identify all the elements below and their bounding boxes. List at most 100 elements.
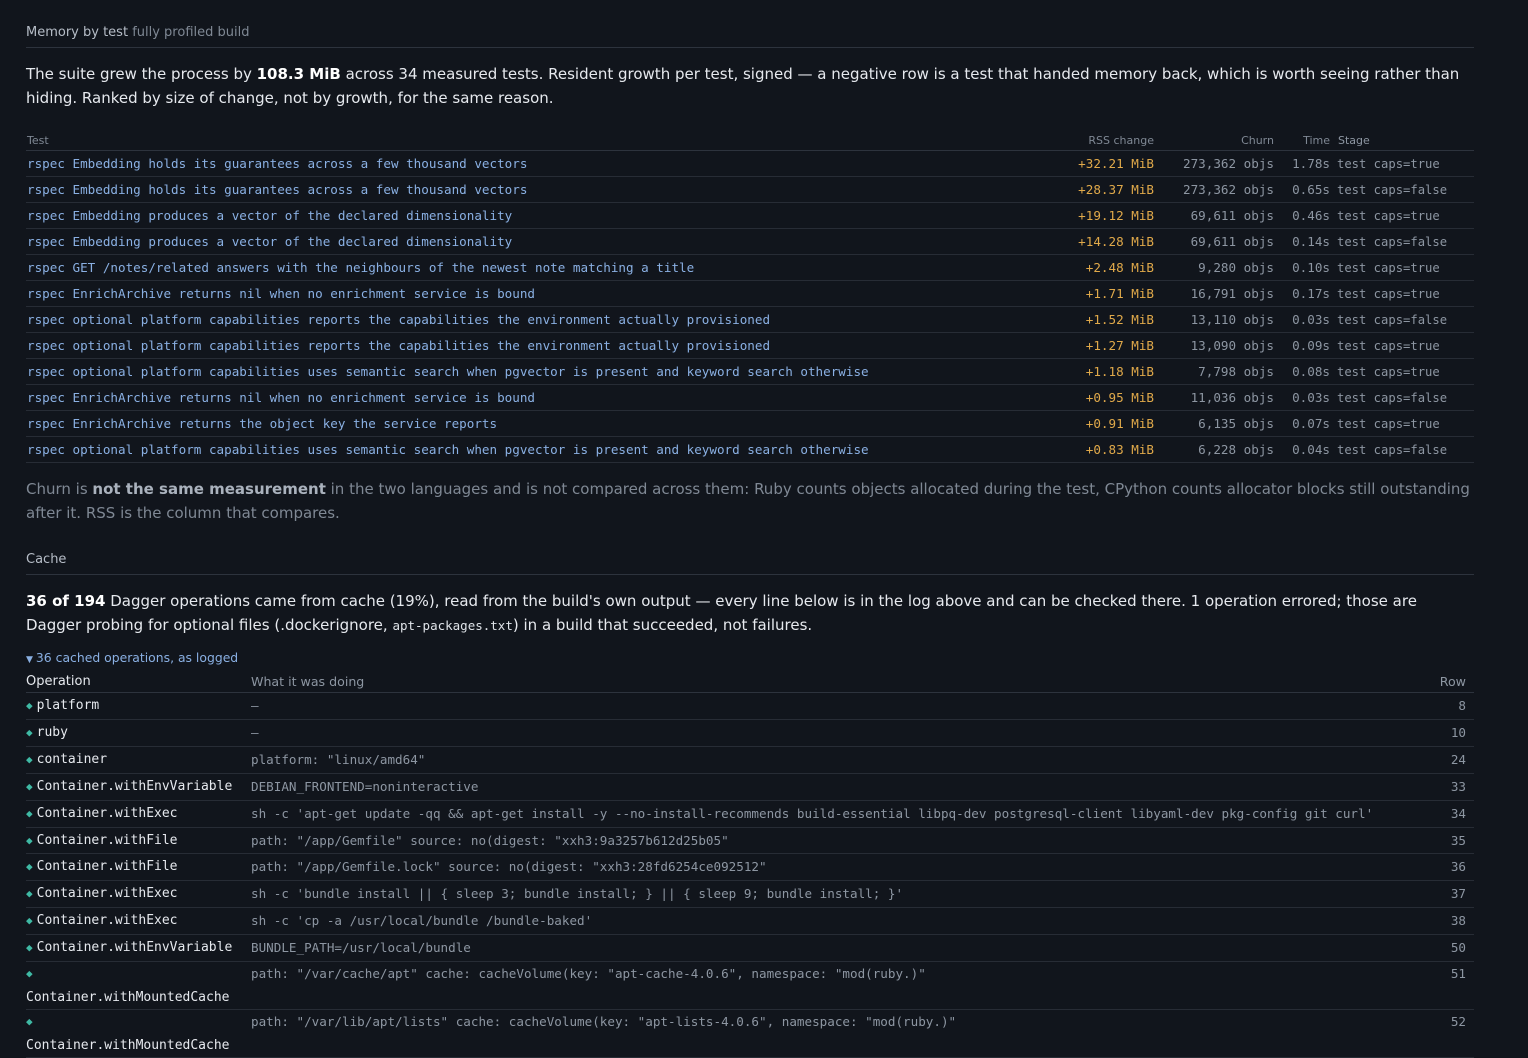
- col-stage: Stage: [1330, 127, 1474, 151]
- operation-name: Container.withExec: [36, 805, 178, 821]
- test-stage: test caps=false: [1330, 384, 1474, 411]
- operation-cell: ◆ container: [26, 746, 251, 774]
- test-stage: test caps=false: [1330, 228, 1474, 255]
- diamond-icon: ◆: [26, 833, 33, 847]
- test-stage: test caps=false: [1330, 306, 1474, 333]
- operation-name: Container.withExec: [36, 913, 178, 929]
- operation-detail: sh -c 'apt-get update -qq && apt-get ins…: [251, 800, 1406, 828]
- list-item: ◆ Container.withFile path: "/app/Gemfile.l…: [26, 853, 1474, 882]
- operation-cell: ◆ Container.withFile: [26, 853, 251, 882]
- operation-name: Container.withFile: [36, 859, 178, 875]
- test-name[interactable]: rspec Embedding produces a vector of the…: [26, 202, 1027, 229]
- test-name[interactable]: rspec EnrichArchive returns nil when no …: [26, 280, 1027, 307]
- col-rss-change: RSS change: [1027, 127, 1154, 151]
- list-item: ◆ Container.withFile path: "/app/Gemfile" …: [26, 827, 1474, 855]
- operation-name: Container.withEnvVariable: [36, 778, 233, 794]
- memory-table: Test RSS change Churn Time Stage rspec E…: [26, 127, 1474, 463]
- churn-note-pre: Churn is: [26, 480, 93, 498]
- table-row: rspec EnrichArchive returns nil when no …: [26, 280, 1474, 307]
- test-time: 0.04s: [1274, 436, 1330, 463]
- rss-change: +0.91 MiB: [1027, 410, 1154, 437]
- test-time: 0.07s: [1274, 410, 1330, 437]
- rss-change: +1.27 MiB: [1027, 332, 1154, 359]
- test-name[interactable]: rspec optional platform capabilities rep…: [26, 332, 1027, 359]
- col-row: Row: [1406, 672, 1474, 693]
- cache-summary-file: apt-packages.txt: [392, 617, 513, 633]
- test-name[interactable]: rspec Embedding holds its guarantees acr…: [26, 150, 1027, 177]
- list-item: ◆ Container.withEnvVariable DEBIAN_FRONTEN…: [26, 773, 1474, 801]
- operation-cell: ◆ Container.withExec: [26, 800, 251, 828]
- operation-detail: —: [251, 692, 1406, 720]
- table-row: rspec optional platform capabilities rep…: [26, 306, 1474, 333]
- memory-summary-pre: The suite grew the process by: [26, 65, 257, 83]
- test-name[interactable]: rspec Embedding produces a vector of the…: [26, 228, 1027, 255]
- list-item: ◆ platform —8: [26, 692, 1474, 720]
- table-row: rspec Embedding produces a vector of the…: [26, 202, 1474, 229]
- operation-name: container: [36, 751, 108, 767]
- log-row-number: 51: [1406, 961, 1474, 1011]
- memory-summary: The suite grew the process by 108.3 MiB …: [26, 63, 1474, 110]
- cached-operations-table: Operation What it was doing Row ◆ platfor…: [26, 672, 1474, 1058]
- cache-summary: 36 of 194 Dagger operations came from ca…: [26, 590, 1474, 637]
- list-item: ◆ ruby —10: [26, 719, 1474, 747]
- test-time: 0.03s: [1274, 306, 1330, 333]
- list-item: ◆ Container.withEnvVariable BUNDLE_PATH=/u…: [26, 934, 1474, 963]
- diamond-icon: ◆: [26, 699, 33, 712]
- operation-detail: sh -c 'cp -a /usr/local/bundle /bundle-b…: [251, 907, 1406, 936]
- test-name[interactable]: rspec EnrichArchive returns nil when no …: [26, 384, 1027, 411]
- test-time: 0.10s: [1274, 254, 1330, 281]
- test-stage: test caps=false: [1330, 436, 1474, 463]
- test-time: 0.65s: [1274, 176, 1330, 203]
- test-stage: test caps=true: [1330, 332, 1474, 359]
- rss-change: +32.21 MiB: [1027, 150, 1154, 177]
- memory-heading-title: Memory by test: [26, 25, 129, 40]
- churn-count: 16,791 objs: [1154, 280, 1274, 307]
- churn-count: 273,362 objs: [1154, 150, 1274, 177]
- cached-operations-header: Operation What it was doing Row: [26, 672, 1474, 693]
- list-item: ◆ Container.withExec sh -c 'bundle install…: [26, 880, 1474, 909]
- operation-name: Container.withFile: [36, 832, 178, 848]
- col-churn: Churn: [1154, 127, 1274, 151]
- test-stage: test caps=true: [1330, 358, 1474, 385]
- operation-cell: ◆ Container.withEnvVariable: [26, 773, 251, 801]
- test-name[interactable]: rspec GET /notes/related answers with th…: [26, 254, 1027, 281]
- diamond-icon: ◆: [26, 1015, 33, 1029]
- test-stage: test caps=true: [1330, 254, 1474, 281]
- operation-detail: DEBIAN_FRONTEND=noninteractive: [251, 773, 1406, 801]
- test-stage: test caps=false: [1330, 176, 1474, 203]
- diamond-icon: ◆: [26, 725, 33, 739]
- diamond-icon: ◆: [26, 914, 33, 928]
- test-name[interactable]: rspec Embedding holds its guarantees acr…: [26, 176, 1027, 203]
- memory-section-heading: Memory by test fully profiled build: [26, 0, 1474, 48]
- cached-operations-toggle[interactable]: ▼ 36 cached operations, as logged: [26, 650, 1474, 665]
- test-name[interactable]: rspec optional platform capabilities use…: [26, 358, 1027, 385]
- test-stage: test caps=true: [1330, 202, 1474, 229]
- rss-change: +2.48 MiB: [1027, 254, 1154, 281]
- churn-count: 6,135 objs: [1154, 410, 1274, 437]
- rss-change: +28.37 MiB: [1027, 176, 1154, 203]
- diamond-icon: ◆: [26, 806, 33, 820]
- diamond-icon: ◆: [26, 887, 33, 901]
- rss-change: +1.52 MiB: [1027, 306, 1154, 333]
- log-row-number: 38: [1406, 907, 1474, 936]
- rss-change: +0.83 MiB: [1027, 436, 1154, 463]
- operation-cell: ◆ ruby: [26, 719, 251, 747]
- cache-summary-count: 36 of 194: [26, 592, 106, 610]
- list-item: ◆ container platform: "linux/amd64" 24: [26, 746, 1474, 774]
- memory-summary-total: 108.3 MiB: [256, 65, 341, 83]
- rss-change: +1.18 MiB: [1027, 358, 1154, 385]
- operation-detail: platform: "linux/amd64": [251, 746, 1406, 774]
- table-row: rspec EnrichArchive returns the object k…: [26, 410, 1474, 437]
- test-stage: test caps=true: [1330, 150, 1474, 177]
- table-row: rspec optional platform capabilities use…: [26, 358, 1474, 385]
- test-name[interactable]: rspec EnrichArchive returns the object k…: [26, 410, 1027, 437]
- test-name[interactable]: rspec optional platform capabilities rep…: [26, 306, 1027, 333]
- operation-detail: path: "/app/Gemfile.lock" source: no(dig…: [251, 853, 1406, 882]
- churn-note-emphasis: not the same measurement: [92, 480, 326, 498]
- list-item: ◆ Container.withExec sh -c 'cp -a /usr/loc…: [26, 907, 1474, 936]
- operation-detail: path: "/var/cache/apt" cache: cacheVolum…: [251, 961, 1406, 1011]
- table-row: rspec optional platform capabilities rep…: [26, 332, 1474, 359]
- rss-change: +14.28 MiB: [1027, 228, 1154, 255]
- test-name[interactable]: rspec optional platform capabilities use…: [26, 436, 1027, 463]
- churn-count: 11,036 objs: [1154, 384, 1274, 411]
